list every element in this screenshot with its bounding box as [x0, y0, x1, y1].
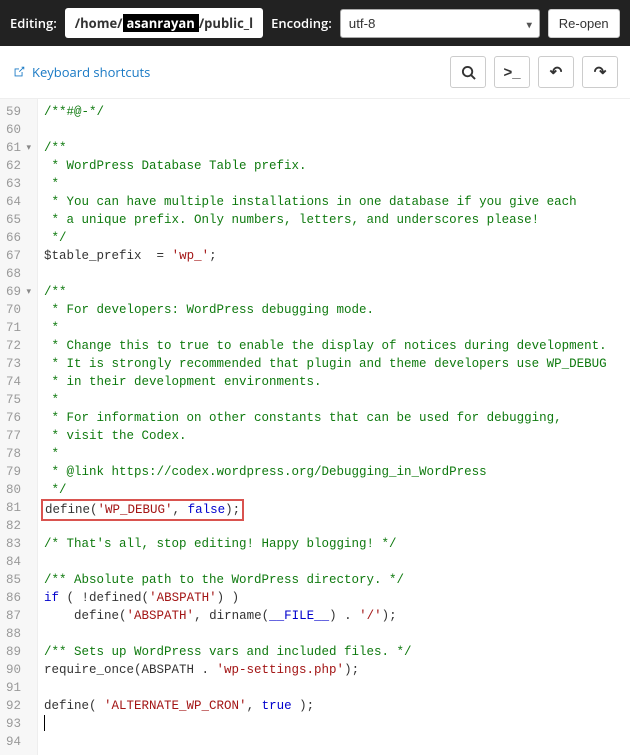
line-number: 64: [4, 193, 31, 211]
line-number: 86: [4, 589, 31, 607]
line-number: 83: [4, 535, 31, 553]
editing-label: Editing:: [10, 14, 57, 32]
line-number: 89: [4, 643, 31, 661]
code-line[interactable]: /** Sets up WordPress vars and included …: [44, 643, 607, 661]
code-line[interactable]: * WordPress Database Table prefix.: [44, 157, 607, 175]
code-line[interactable]: $table_prefix = 'wp_';: [44, 247, 607, 265]
line-number: 88: [4, 625, 31, 643]
code-line[interactable]: require_once(ABSPATH . 'wp-settings.php'…: [44, 661, 607, 679]
code-line[interactable]: * in their development environments.: [44, 373, 607, 391]
code-line[interactable]: [44, 625, 607, 643]
line-number: 70: [4, 301, 31, 319]
code-editor[interactable]: 596061▾6263646566676869▾7071727374757677…: [0, 99, 630, 755]
code-line[interactable]: * Change this to true to enable the disp…: [44, 337, 607, 355]
keyboard-shortcuts-label: Keyboard shortcuts: [32, 63, 150, 81]
code-line[interactable]: /**: [44, 139, 607, 157]
code-line[interactable]: */: [44, 229, 607, 247]
line-number: 87: [4, 607, 31, 625]
line-number-gutter: 596061▾6263646566676869▾7071727374757677…: [0, 99, 38, 755]
code-line[interactable]: * a unique prefix. Only numbers, letters…: [44, 211, 607, 229]
undo-button[interactable]: ↶: [538, 56, 574, 88]
line-number: 94: [4, 733, 31, 751]
line-number: 60: [4, 121, 31, 139]
encoding-select-wrap: utf-8: [340, 9, 540, 38]
code-line[interactable]: [44, 733, 607, 751]
line-number: 59: [4, 103, 31, 121]
code-line[interactable]: [44, 265, 607, 283]
line-number: 66: [4, 229, 31, 247]
line-number: 73: [4, 355, 31, 373]
code-line[interactable]: /** Absolute path to the WordPress direc…: [44, 571, 607, 589]
code-line[interactable]: * It is strongly recommended that plugin…: [44, 355, 607, 373]
code-line[interactable]: [44, 715, 607, 733]
redo-button[interactable]: ↷: [582, 56, 618, 88]
code-line[interactable]: *: [44, 445, 607, 463]
line-number: 80: [4, 481, 31, 499]
line-number: 61▾: [4, 139, 31, 157]
search-button[interactable]: [450, 56, 486, 88]
line-number: 93: [4, 715, 31, 733]
line-number: 71: [4, 319, 31, 337]
code-line[interactable]: /**#@-*/: [44, 103, 607, 121]
fold-toggle-icon[interactable]: ▾: [23, 139, 31, 157]
line-number: 79: [4, 463, 31, 481]
code-line[interactable]: [44, 553, 607, 571]
path-redacted: asanrayan: [123, 14, 199, 32]
code-line[interactable]: *: [44, 319, 607, 337]
code-line[interactable]: * You can have multiple installations in…: [44, 193, 607, 211]
line-number: 65: [4, 211, 31, 229]
line-number: 81: [4, 499, 31, 517]
code-line[interactable]: /* That's all, stop editing! Happy blogg…: [44, 535, 607, 553]
reopen-button[interactable]: Re-open: [548, 9, 620, 38]
code-line[interactable]: * For information on other constants tha…: [44, 409, 607, 427]
line-number: 67: [4, 247, 31, 265]
terminal-button[interactable]: >_: [494, 56, 530, 88]
line-number: 68: [4, 265, 31, 283]
line-number: 69▾: [4, 283, 31, 301]
code-line[interactable]: [44, 121, 607, 139]
line-number: 78: [4, 445, 31, 463]
line-number: 91: [4, 679, 31, 697]
highlighted-line: define('WP_DEBUG', false);: [41, 499, 244, 521]
encoding-label: Encoding:: [271, 14, 332, 32]
path-prefix: /home/: [75, 14, 123, 32]
line-number: 92: [4, 697, 31, 715]
line-number: 84: [4, 553, 31, 571]
line-number: 76: [4, 409, 31, 427]
code-line[interactable]: * For developers: WordPress debugging mo…: [44, 301, 607, 319]
code-line[interactable]: *: [44, 391, 607, 409]
code-line[interactable]: *: [44, 175, 607, 193]
editor-subbar: Keyboard shortcuts >_ ↶ ↷: [0, 46, 630, 99]
line-number: 75: [4, 391, 31, 409]
line-number: 63: [4, 175, 31, 193]
code-line[interactable]: define('WP_DEBUG', false);: [44, 499, 607, 517]
editor-header: Editing: /home/ asanrayan /public_l Enco…: [0, 0, 630, 46]
line-number: 85: [4, 571, 31, 589]
code-line[interactable]: * @link https://codex.wordpress.org/Debu…: [44, 463, 607, 481]
code-line[interactable]: /**: [44, 283, 607, 301]
fold-toggle-icon[interactable]: ▾: [23, 283, 31, 301]
code-content[interactable]: /**#@-*/ /** * WordPress Database Table …: [38, 99, 613, 755]
keyboard-shortcuts-link[interactable]: Keyboard shortcuts: [12, 63, 150, 81]
code-line[interactable]: [44, 679, 607, 697]
toolbar-icon-group: >_ ↶ ↷: [450, 56, 618, 88]
line-number: 74: [4, 373, 31, 391]
code-line[interactable]: */: [44, 481, 607, 499]
code-line[interactable]: if ( !defined('ABSPATH') ): [44, 589, 607, 607]
code-line[interactable]: * visit the Codex.: [44, 427, 607, 445]
external-link-icon: [12, 65, 26, 79]
line-number: 62: [4, 157, 31, 175]
line-number: 82: [4, 517, 31, 535]
line-number: 72: [4, 337, 31, 355]
search-icon: [461, 65, 476, 80]
line-number: 90: [4, 661, 31, 679]
code-line[interactable]: define('ABSPATH', dirname(__FILE__) . '/…: [44, 607, 607, 625]
encoding-select[interactable]: utf-8: [340, 9, 540, 38]
file-path-input[interactable]: /home/ asanrayan /public_l: [65, 8, 263, 38]
line-number: 77: [4, 427, 31, 445]
path-suffix: /public_l: [199, 14, 253, 32]
code-line[interactable]: define( 'ALTERNATE_WP_CRON', true );: [44, 697, 607, 715]
